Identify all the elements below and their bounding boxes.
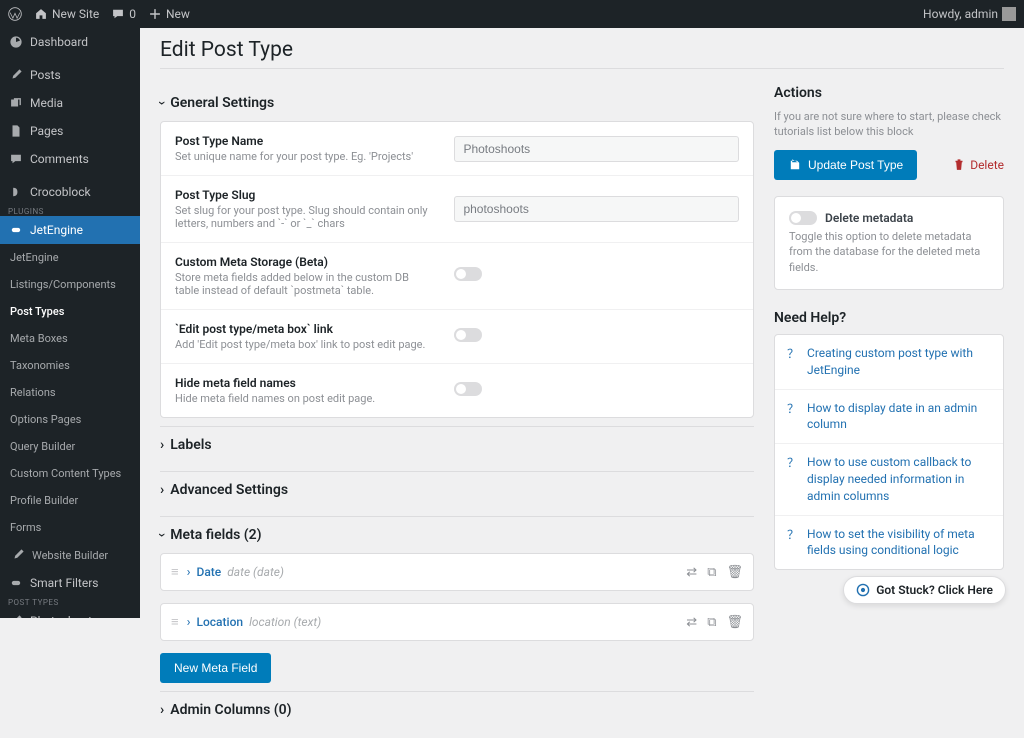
chevron-down-icon: ›	[154, 533, 170, 537]
meta-item-date[interactable]: ≡ › Date date (date) ⇄ ⧉ 🗑	[160, 553, 754, 591]
section-admin-columns[interactable]: ›Admin Columns (0)	[160, 691, 754, 728]
name-input[interactable]	[454, 136, 739, 162]
cms-toggle[interactable]	[454, 267, 482, 281]
menu-posts[interactable]: Posts	[0, 61, 140, 89]
question-icon: ？	[787, 346, 799, 363]
got-stuck-cta[interactable]: Got Stuck? Click Here	[843, 576, 1006, 604]
name-label: Post Type Name	[175, 134, 434, 148]
menu-comments[interactable]: Comments	[0, 145, 140, 173]
hide-label: Hide meta field names	[175, 376, 434, 390]
delete-metadata-card: Delete metadata Toggle this option to de…	[774, 196, 1004, 290]
chevron-right-icon: ›	[160, 482, 164, 498]
meta-item-location[interactable]: ≡ › Location location (text) ⇄ ⧉ 🗑	[160, 603, 754, 641]
menu-media[interactable]: Media	[0, 89, 140, 117]
menu-pages[interactable]: Pages	[0, 117, 140, 145]
slug-label: Post Type Slug	[175, 188, 434, 202]
sub-cct[interactable]: Custom Content Types	[0, 460, 140, 487]
sub-profile-builder[interactable]: Profile Builder	[0, 487, 140, 514]
drag-handle-icon[interactable]: ≡	[171, 614, 179, 630]
question-icon: ？	[787, 455, 799, 472]
sub-forms[interactable]: Forms	[0, 514, 140, 541]
name-help: Set unique name for your post type. Eg. …	[175, 150, 434, 163]
section-advanced[interactable]: ›Advanced Settings	[160, 471, 754, 508]
help-list: ？Creating custom post type with JetEngin…	[774, 334, 1004, 570]
chevron-right-icon: ›	[187, 565, 191, 580]
menu-crocoblock[interactable]: Crocoblock	[0, 178, 140, 206]
sub-options-pages[interactable]: Options Pages	[0, 406, 140, 433]
chevron-right-icon: ›	[187, 615, 191, 630]
trash-icon[interactable]: 🗑	[726, 615, 743, 630]
menu-tag-plugins: Plugins	[0, 206, 140, 216]
section-labels[interactable]: ›Labels	[160, 426, 754, 463]
update-button[interactable]: Update Post Type	[774, 150, 917, 180]
help-item[interactable]: ？How to set the visibility of meta field…	[775, 516, 1003, 570]
editlink-help: Add 'Edit post type/meta box' link to po…	[175, 338, 434, 351]
cms-label: Custom Meta Storage (Beta)	[175, 255, 434, 269]
avatar-icon	[1002, 7, 1016, 21]
hide-toggle[interactable]	[454, 382, 482, 396]
help-item[interactable]: ？Creating custom post type with JetEngin…	[775, 335, 1003, 390]
help-title: Need Help?	[774, 310, 1004, 326]
page-title: Edit Post Type	[160, 38, 1004, 62]
sub-taxonomies[interactable]: Taxonomies	[0, 352, 140, 379]
sub-post-types[interactable]: Post Types	[0, 298, 140, 325]
howdy-account[interactable]: Howdy, admin	[923, 7, 1016, 21]
admin-sidebar: Dashboard Posts Media Pages Comments Cro…	[0, 28, 140, 618]
drag-handle-icon[interactable]: ≡	[171, 564, 179, 580]
general-card: Post Type Name Set unique name for your p…	[160, 121, 754, 418]
shuffle-icon[interactable]: ⇄	[686, 565, 697, 580]
question-icon: ？	[787, 527, 799, 544]
delete-metadata-help: Toggle this option to delete metadata fr…	[789, 229, 989, 275]
menu-smart-filters[interactable]: Smart Filters	[0, 569, 140, 597]
sub-query-builder[interactable]: Query Builder	[0, 433, 140, 460]
sub-jetengine[interactable]: JetEngine	[0, 244, 140, 271]
actions-desc: If you are not sure where to start, plea…	[774, 109, 1004, 140]
help-item[interactable]: ？How to display date in an admin column	[775, 390, 1003, 445]
sub-relations[interactable]: Relations	[0, 379, 140, 406]
slug-input[interactable]	[454, 196, 739, 222]
help-item[interactable]: ？How to use custom callback to display n…	[775, 444, 1003, 515]
chevron-down-icon: ›	[154, 101, 170, 105]
question-icon: ？	[787, 401, 799, 418]
main-content: Edit Post Type › General Settings Post T…	[140, 28, 1024, 738]
editlink-label: `Edit post type/meta box` link	[175, 322, 434, 336]
delete-link[interactable]: Delete	[952, 158, 1004, 172]
wp-logo[interactable]	[8, 7, 22, 21]
slug-help: Set slug for your post type. Slug should…	[175, 204, 434, 230]
sub-listings[interactable]: Listings/Components	[0, 271, 140, 298]
new-meta-button[interactable]: New Meta Field	[160, 653, 271, 683]
menu-jetengine[interactable]: JetEngine	[0, 216, 140, 244]
trash-icon[interactable]: 🗑	[726, 565, 743, 580]
sub-meta-boxes[interactable]: Meta Boxes	[0, 325, 140, 352]
chevron-right-icon: ›	[160, 437, 164, 453]
menu-photoshoots[interactable]: Photoshoots	[0, 607, 140, 618]
menu-tag-post-types: Post Types	[0, 597, 140, 607]
new-content[interactable]: New	[148, 7, 190, 21]
sub-website-builder[interactable]: Website Builder	[0, 541, 140, 569]
site-link[interactable]: New Site	[34, 7, 99, 21]
hide-help: Hide meta field names on post edit page.	[175, 392, 434, 405]
actions-title: Actions	[774, 85, 1004, 101]
section-general[interactable]: › General Settings	[160, 85, 754, 121]
section-meta[interactable]: ›Meta fields (2)	[160, 516, 754, 553]
admin-bar: New Site 0 New Howdy, admin	[0, 0, 1024, 28]
copy-icon[interactable]: ⧉	[707, 565, 716, 580]
delete-metadata-toggle[interactable]	[789, 211, 817, 225]
cms-help: Store meta fields added below in the cus…	[175, 271, 434, 297]
copy-icon[interactable]: ⧉	[707, 615, 716, 630]
chevron-right-icon: ›	[160, 702, 164, 718]
editlink-toggle[interactable]	[454, 328, 482, 342]
comments-count[interactable]: 0	[111, 7, 136, 21]
menu-dashboard[interactable]: Dashboard	[0, 28, 140, 56]
shuffle-icon[interactable]: ⇄	[686, 615, 697, 630]
